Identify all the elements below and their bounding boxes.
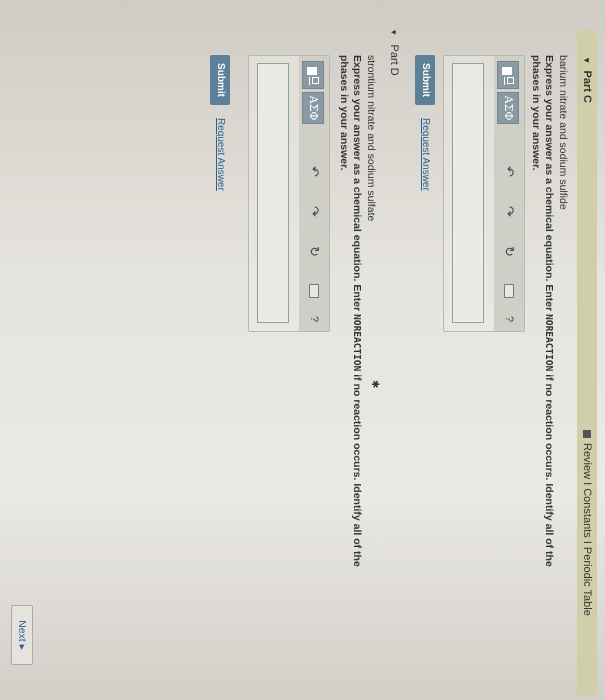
part-c-instruction: Express your answer as a chemical equati… [542,55,555,567]
greek-symbols-button[interactable]: ΑΣΦ [302,92,324,124]
redo-icon[interactable]: ↷ [499,206,519,217]
undo-icon[interactable]: ↶ [499,166,519,177]
part-c-equation-editor: ΑΣΦ ↶ ↷ ↻ ? [443,55,525,332]
templates-button[interactable] [497,61,519,89]
part-c-answer-input[interactable] [452,63,484,323]
help-icon[interactable]: ? [304,316,324,322]
part-d-equation-editor: ΑΣΦ ↶ ↷ ↻ ? [248,55,330,332]
keyboard-icon[interactable] [309,284,319,298]
part-d-instruction: Express your answer as a chemical equati… [350,55,363,567]
mouse-cursor-icon: ✱ [369,380,380,389]
redo-icon[interactable]: ↷ [304,206,324,217]
instruction-text: Express your answer as a chemical equati… [543,55,555,312]
noreaction-keyword: NOREACTION [351,314,362,372]
reset-icon[interactable]: ↻ [499,246,519,257]
part-c-header[interactable]: ▾ Part C [577,58,597,103]
part-d-submit-button[interactable]: Submit [210,55,230,105]
part-c-request-answer-link[interactable]: Request Answer [420,118,431,191]
instruction-text: if no reaction occurs. Identify all of t… [351,374,363,567]
editor-toolbar: ΑΣΦ ↶ ↷ ↻ ? [299,56,329,331]
editor-toolbar: ΑΣΦ ↶ ↷ ↻ ? [494,56,524,331]
templates-button[interactable] [302,61,324,89]
next-button[interactable]: Next ▸ [11,605,33,665]
part-c-reaction: barium nitrate and sodium sulfide [557,55,569,210]
review-links[interactable]: Review I Constants I Periodic Table [577,430,597,616]
undo-icon[interactable]: ↶ [304,166,324,177]
review-icon [582,430,591,438]
collapse-triangle-icon[interactable]: ▾ [582,58,592,63]
part-d-instruction-cont: phases in your answer. [338,55,350,171]
part-d-reaction: strontium nitrate and sodium sulfate [365,55,377,222]
noreaction-keyword: NOREACTION [543,314,554,372]
part-d-header[interactable]: ▾ Part D [387,30,400,76]
part-c-title: Part C [581,70,593,103]
part-d-answer-input[interactable] [257,63,289,323]
part-d-request-answer-link[interactable]: Request Answer [215,118,226,191]
instruction-text: Express your answer as a chemical equati… [351,55,363,312]
part-c-instruction-cont: phases in your answer. [530,55,542,171]
greek-symbols-button[interactable]: ΑΣΦ [497,92,519,124]
part-c-submit-button[interactable]: Submit [415,55,435,105]
page: ▾ Part C Review I Constants I Periodic Ta… [0,0,605,700]
keyboard-icon[interactable] [504,284,514,298]
review-constants-periodic-links[interactable]: Review I Constants I Periodic Table [581,443,593,616]
instruction-text: if no reaction occurs. Identify all of t… [543,374,555,567]
help-icon[interactable]: ? [499,316,519,322]
reset-icon[interactable]: ↻ [304,246,324,257]
part-d-title: Part D [388,44,400,76]
part-c-header-bar[interactable]: ▾ Part C Review I Constants I Periodic Ta… [577,30,597,695]
collapse-triangle-icon[interactable]: ▾ [389,30,399,35]
